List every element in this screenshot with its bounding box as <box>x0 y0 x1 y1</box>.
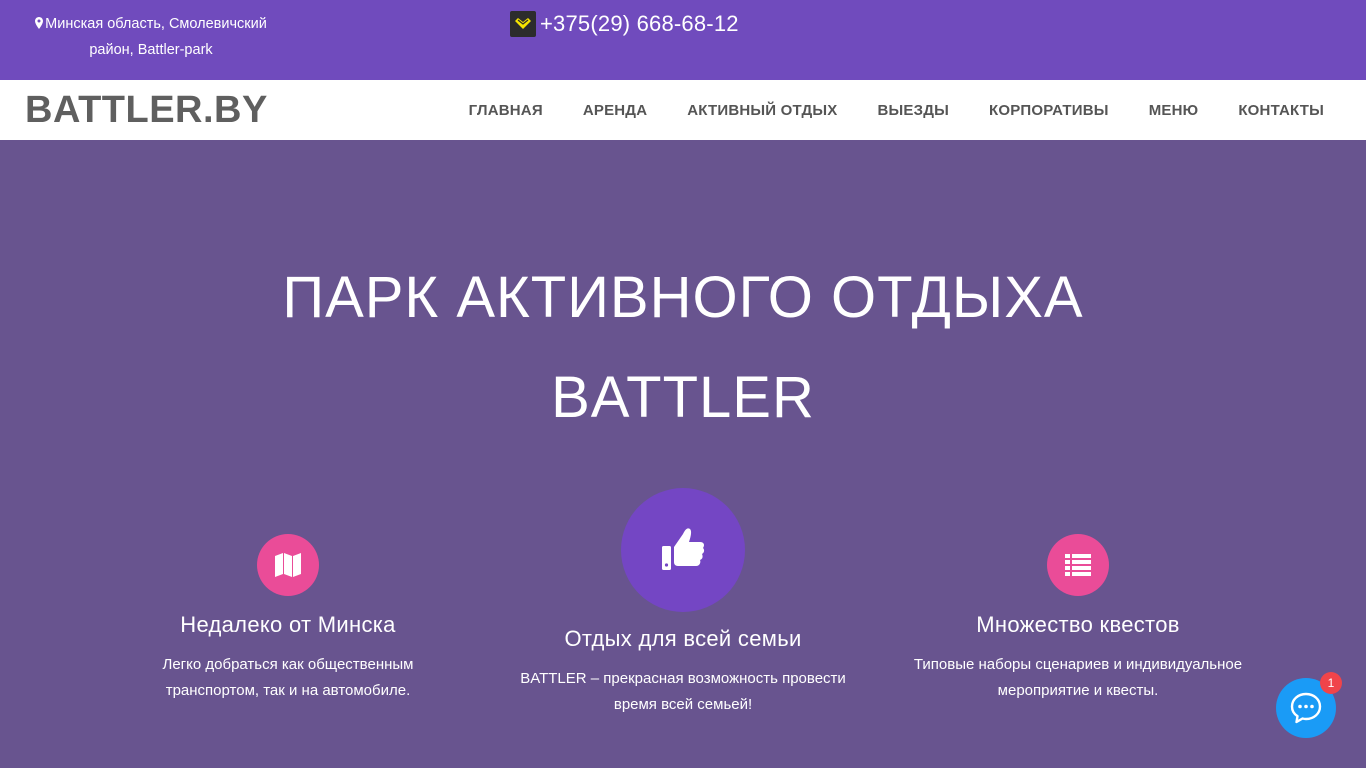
menu-item-active-rest[interactable]: АКТИВНЫЙ ОТДЫХ <box>687 102 837 119</box>
viber-icon[interactable] <box>510 11 536 37</box>
hero-title-line-2: BATTLER <box>551 365 815 430</box>
menu-item-trips[interactable]: ВЫЕЗДЫ <box>877 102 949 119</box>
map-marker-icon <box>35 17 44 29</box>
feature-text-line-2: мероприятие и квесты. <box>997 682 1159 699</box>
hero-title-line-1: ПАРК АКТИВНОГО ОТДЫХА <box>282 265 1084 330</box>
address-line-1: Минская область, Смолевичский <box>45 16 267 32</box>
feature-title: Множество квестов <box>976 612 1180 637</box>
feature-text-line-1: Типовые наборы сценариев и индивидуально… <box>913 656 1243 673</box>
phone-number[interactable]: +375(29) 668-68-12 <box>540 11 739 37</box>
feature-near-minsk: Недалеко от Минска Легко добраться как о… <box>138 534 438 704</box>
feature-text-line-2: транспортом, так и на автомобиле. <box>165 682 411 699</box>
menu-item-corporate[interactable]: КОРПОРАТИВЫ <box>989 102 1109 119</box>
address: Минская область, Смолевичский район, Bat… <box>26 11 276 63</box>
chat-icon[interactable] <box>1289 691 1323 725</box>
site-logo[interactable]: BATTLER.BY <box>25 90 268 130</box>
feature-text-line-1: BATTLER – прекрасная возможность провест… <box>520 670 846 687</box>
menu-item-home[interactable]: ГЛАВНАЯ <box>469 102 543 119</box>
top-bar: Минская область, Смолевичский район, Bat… <box>0 0 1366 80</box>
menu-item-contacts[interactable]: КОНТАКТЫ <box>1238 102 1324 119</box>
list-icon <box>1047 534 1109 596</box>
map-icon <box>257 534 319 596</box>
phone-block[interactable]: +375(29) 668-68-12 <box>510 10 739 38</box>
thumbs-up-icon <box>621 488 745 612</box>
main-menu: ГЛАВНАЯ АРЕНДА АКТИВНЫЙ ОТДЫХ ВЫЕЗДЫ КОР… <box>469 80 1324 140</box>
feature-title: Отдых для всей семьи <box>564 626 802 651</box>
address-line-2: район, Battler-park <box>89 42 213 58</box>
menu-item-rent[interactable]: АРЕНДА <box>583 102 647 119</box>
menu-item-menu[interactable]: МЕНЮ <box>1149 102 1199 119</box>
navbar: BATTLER.BY ГЛАВНАЯ АРЕНДА АКТИВНЫЙ ОТДЫХ… <box>0 80 1366 140</box>
feature-text: BATTLER – прекрасная возможность провест… <box>508 666 858 718</box>
chat-button[interactable]: 1 <box>1276 672 1342 738</box>
feature-text: Легко добраться как общественным транспо… <box>138 652 438 704</box>
feature-family: Отдых для всей семьи BATTLER – прекрасна… <box>508 488 858 718</box>
chat-badge: 1 <box>1320 672 1342 694</box>
feature-quests: Множество квестов Типовые наборы сценари… <box>893 534 1263 704</box>
feature-title: Недалеко от Минска <box>180 612 396 637</box>
feature-text: Типовые наборы сценариев и индивидуально… <box>893 652 1263 704</box>
feature-text-line-1: Легко добраться как общественным <box>162 656 414 673</box>
feature-text-line-2: время всей семьей! <box>613 696 753 713</box>
hero-title: ПАРК АКТИВНОГО ОТДЫХА BATTLER <box>0 248 1366 448</box>
